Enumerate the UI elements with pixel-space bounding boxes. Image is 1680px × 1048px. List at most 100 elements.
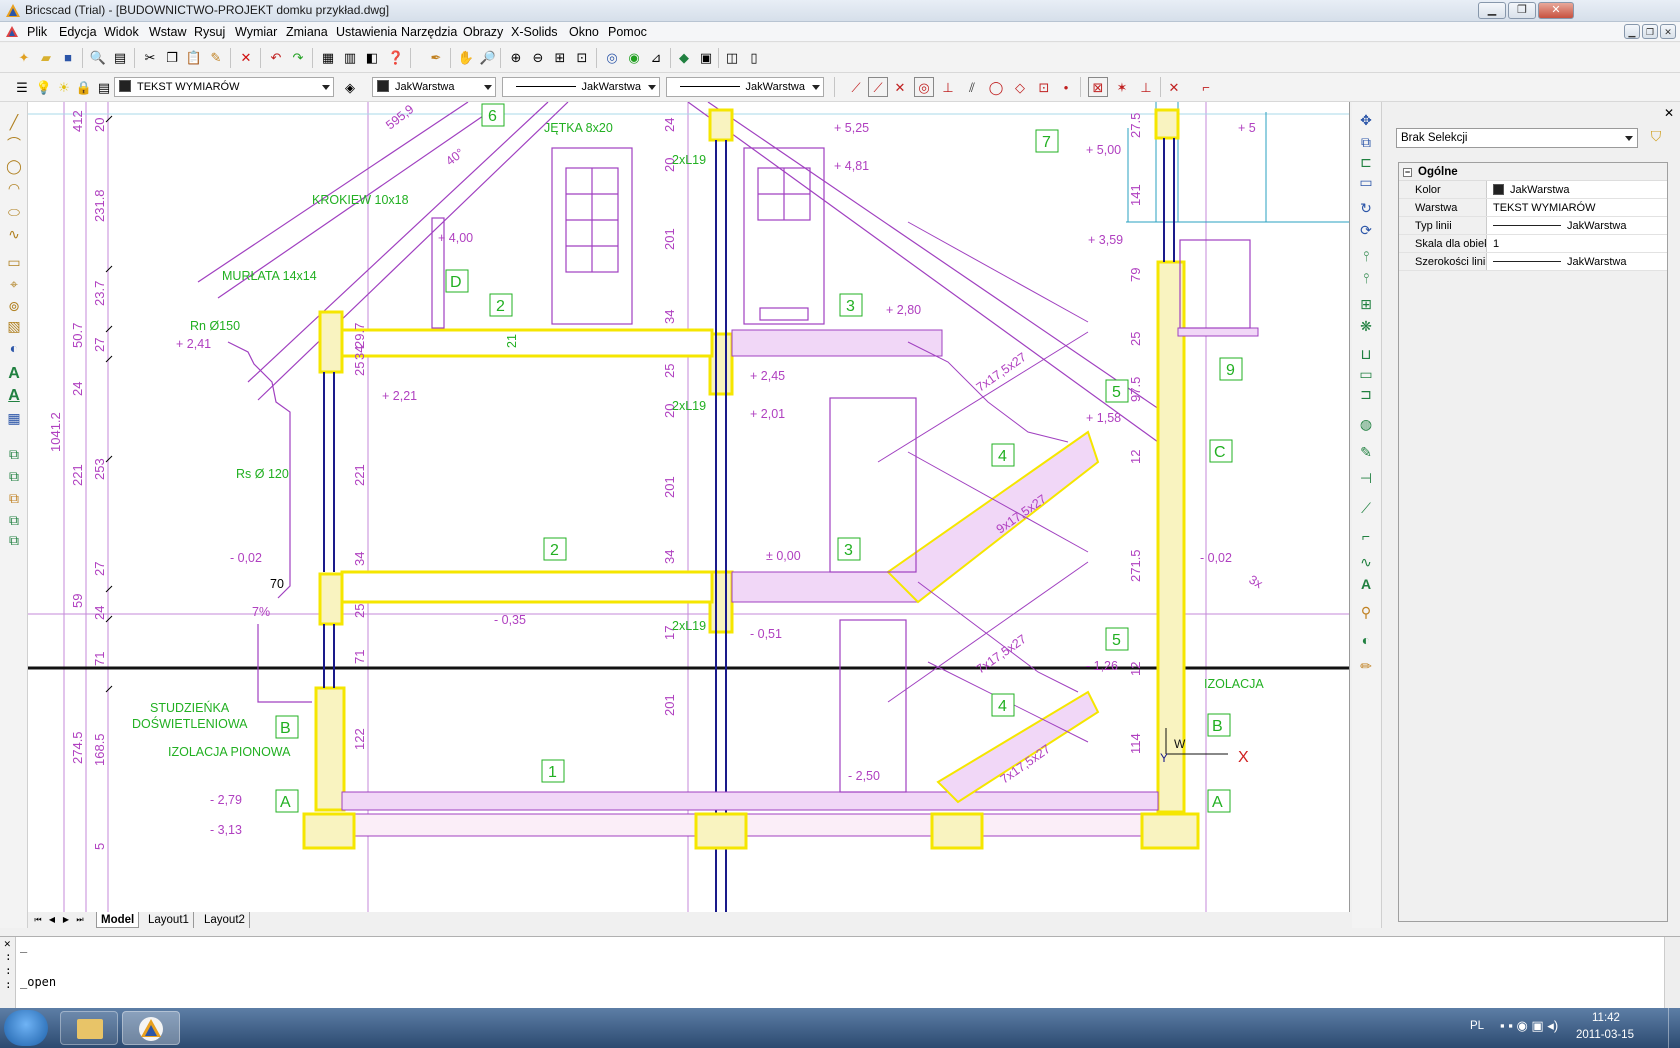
rectangle-icon[interactable]: ▭ (4, 252, 24, 272)
menu-wymiar[interactable]: Wymiar (232, 24, 280, 40)
snap-insertion-icon[interactable]: ⊡ (1034, 77, 1054, 97)
print-icon[interactable]: ▤ (110, 47, 130, 67)
menu-plik[interactable]: Plik (24, 24, 50, 40)
layout-icon[interactable]: ▯ (744, 47, 764, 67)
table-icon[interactable]: ▦ (4, 408, 24, 428)
menu-ustawienia[interactable]: Ustawienia (333, 24, 400, 40)
taskbar-bricscad[interactable] (122, 1011, 180, 1045)
minimize-button[interactable]: ▁ (1478, 2, 1506, 19)
layer-manager-icon[interactable]: ☰ (12, 77, 32, 97)
collapse-icon[interactable]: − (1403, 168, 1412, 177)
circle-icon[interactable]: ◯ (4, 156, 24, 176)
xref-icon[interactable]: ⧉ (4, 510, 24, 530)
prop-row-skala[interactable]: Skala dla obiektu1 (1399, 235, 1667, 253)
doc-restore-button[interactable]: ❐ (1642, 24, 1658, 39)
layer-state-icon[interactable]: ◈ (340, 77, 360, 97)
point-icon[interactable]: ⌖ (4, 274, 24, 294)
prop-row-kolor[interactable]: Kolor JakWarstwa (1399, 181, 1667, 199)
fillet-icon[interactable]: ⌐ (1356, 526, 1376, 546)
hatch-icon[interactable]: ▧ (4, 316, 24, 336)
pan-icon[interactable]: ✋ (456, 47, 476, 67)
prop-row-szerokosc[interactable]: Szerokości linii JakWarstwa (1399, 253, 1667, 271)
language-indicator[interactable]: PL (1470, 1020, 1484, 1032)
extend-icon[interactable]: ▭ (1356, 364, 1376, 384)
zoom-realtime-icon[interactable]: 🔎 (478, 47, 498, 67)
copy-icon[interactable]: ❐ (162, 47, 182, 67)
panel-close-icon[interactable]: ✕ (1664, 106, 1674, 120)
close-window-button[interactable]: ✕ (1538, 2, 1574, 19)
viewports-icon[interactable]: ▣ (696, 47, 716, 67)
zoom-window-icon[interactable]: ⊞ (550, 47, 570, 67)
snap-endpoint-icon[interactable]: ⟋ (846, 77, 866, 97)
snap-extension-icon[interactable]: ⊥ (1136, 77, 1156, 97)
snap-perpendicular-icon[interactable]: ⊥ (938, 77, 958, 97)
edit-polyline-icon[interactable]: ⟋ (1356, 498, 1376, 518)
menu-wstaw[interactable]: Wstaw (146, 24, 190, 40)
linetype-combo[interactable]: JakWarstwa (502, 77, 660, 97)
offset-icon[interactable]: ⊏ (1356, 152, 1376, 172)
menu-x-solids[interactable]: X-Solids (508, 24, 561, 40)
pencil-icon[interactable]: ✏ (1356, 656, 1376, 676)
delete-icon[interactable]: ✕ (236, 47, 256, 67)
lineweight-combo[interactable]: JakWarstwa (666, 77, 824, 97)
prop-row-typ-linii[interactable]: Typ linii JakWarstwa (1399, 217, 1667, 235)
print-preview-icon[interactable]: 🔍 (88, 47, 108, 67)
snap-node-icon[interactable]: • (1056, 77, 1076, 97)
arc-icon[interactable]: ◠ (4, 178, 24, 198)
mirror3d-icon[interactable]: ⫯ (1356, 268, 1376, 288)
zoom-out-icon[interactable]: ⊖ (528, 47, 548, 67)
move-icon[interactable]: ✥ (1356, 110, 1376, 130)
spline-icon[interactable]: ∿ (4, 224, 24, 244)
snap-apparent-icon[interactable]: ✶ (1112, 77, 1132, 97)
view-icon[interactable]: ◉ (624, 47, 644, 67)
maximize-button[interactable]: ❐ (1508, 2, 1536, 19)
mirror-icon[interactable]: ⫯ (1356, 246, 1376, 266)
clock-date[interactable]: 2011-03-15 (1576, 1029, 1634, 1041)
menu-edycja[interactable]: Edycja (56, 24, 100, 40)
open-icon[interactable]: ▰ (36, 47, 56, 67)
prop-row-warstwa[interactable]: Warstwa TEKST WYMIARÓW (1399, 199, 1667, 217)
snap-midpoint-icon[interactable]: ⟋ (868, 77, 888, 97)
boolean-icon[interactable]: ◍ (1356, 414, 1376, 434)
edit-icon[interactable]: ✎ (1356, 442, 1376, 462)
snap-none-icon[interactable]: ⊠ (1088, 77, 1108, 97)
tab-model[interactable]: Model (96, 912, 140, 928)
menu-narzedzia[interactable]: Narzędzia (398, 24, 460, 40)
doc-close-button[interactable]: ✕ (1660, 24, 1676, 39)
properties-icon[interactable]: ▥ (340, 47, 360, 67)
new-icon[interactable]: ✦ (14, 47, 34, 67)
text-icon[interactable]: A (4, 364, 24, 384)
zoom-in-icon[interactable]: ⊕ (506, 47, 526, 67)
tab-layout1[interactable]: Layout1 (144, 912, 194, 928)
lock-icon[interactable]: 🔒 (74, 77, 94, 97)
array-icon[interactable]: ⊞ (1356, 294, 1376, 314)
menu-zmiana[interactable]: Zmiana (283, 24, 331, 40)
next-tab-icon[interactable]: ▶ (60, 913, 72, 927)
break-icon[interactable]: ⊐ (1356, 384, 1376, 404)
ucs-icon[interactable]: ⊿ (646, 47, 666, 67)
save-icon[interactable]: ■ (58, 47, 78, 67)
snap-parallel-icon[interactable]: ⫽ (962, 77, 982, 97)
menu-obrazy[interactable]: Obrazy (460, 24, 506, 40)
paste-icon[interactable]: 📋 (184, 47, 204, 67)
redo-icon[interactable]: ↷ (288, 47, 308, 67)
tab-layout2[interactable]: Layout2 (200, 912, 250, 928)
document-icon[interactable] (4, 24, 20, 40)
bulb-icon[interactable]: 💡 (34, 77, 54, 97)
drawing-canvas[interactable]: 412 231.8 23.7 50.7 27 24 221 253 27 59 … (28, 102, 1350, 912)
first-tab-icon[interactable]: ⏮ (32, 913, 44, 927)
ellipse-icon[interactable]: ⬭ (4, 202, 24, 222)
edit-text-icon[interactable]: A (1356, 574, 1376, 594)
snap-clear-icon[interactable]: ✕ (1164, 77, 1184, 97)
tile-icon[interactable]: ◫ (722, 47, 742, 67)
snap-quadrant-icon[interactable]: ◇ (1010, 77, 1030, 97)
explorer-icon[interactable]: ▦ (318, 47, 338, 67)
last-tab-icon[interactable]: ⏭ (74, 913, 86, 927)
line-icon[interactable]: ╱ (4, 112, 24, 132)
copy-object-icon[interactable]: ⧉ (1356, 132, 1376, 152)
image-icon[interactable]: ⧉ (4, 530, 24, 550)
command-scrollbar[interactable] (1664, 937, 1680, 1009)
help-icon[interactable]: ❓ (386, 47, 406, 67)
prev-tab-icon[interactable]: ◀ (46, 913, 58, 927)
command-line[interactable]: ✕::: _ _open (0, 936, 1680, 1009)
